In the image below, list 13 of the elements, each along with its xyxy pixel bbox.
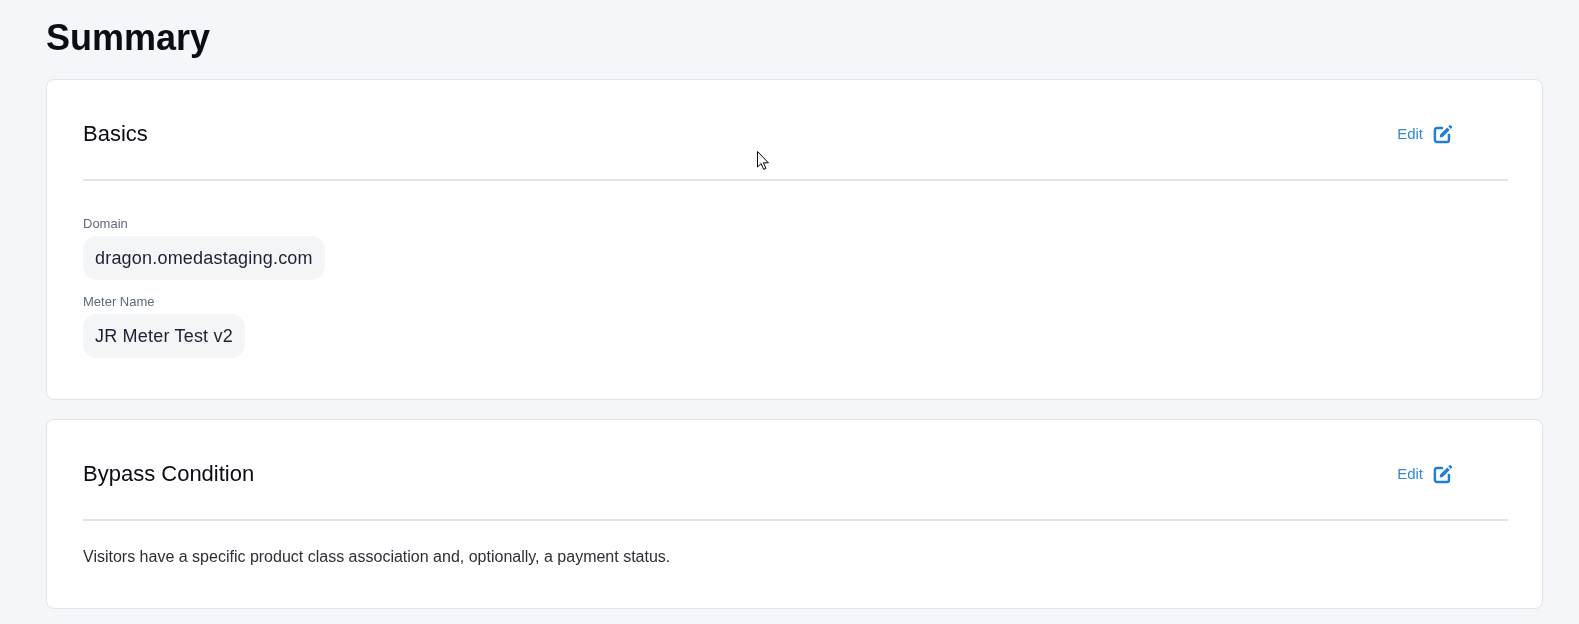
mouse-pointer-icon [757, 151, 769, 170]
field-label: Domain [83, 216, 128, 232]
field-label: Meter Name [83, 294, 155, 310]
pencil-square-icon [1433, 124, 1452, 144]
field-value: JR Meter Test v2 [83, 314, 245, 358]
section-title: Bypass Condition [83, 460, 255, 488]
field-value: dragon.omedastaging.com [83, 236, 325, 280]
section-description: Visitors have a specific product class association and, optionally, a payment status. [83, 547, 671, 567]
edit-link[interactable]: Edit [1397, 124, 1452, 144]
section-title: Basics [83, 120, 148, 148]
pencil-square-icon [1433, 464, 1452, 484]
edit-link[interactable]: Edit [1397, 464, 1452, 484]
page-title: Summary [46, 16, 211, 60]
